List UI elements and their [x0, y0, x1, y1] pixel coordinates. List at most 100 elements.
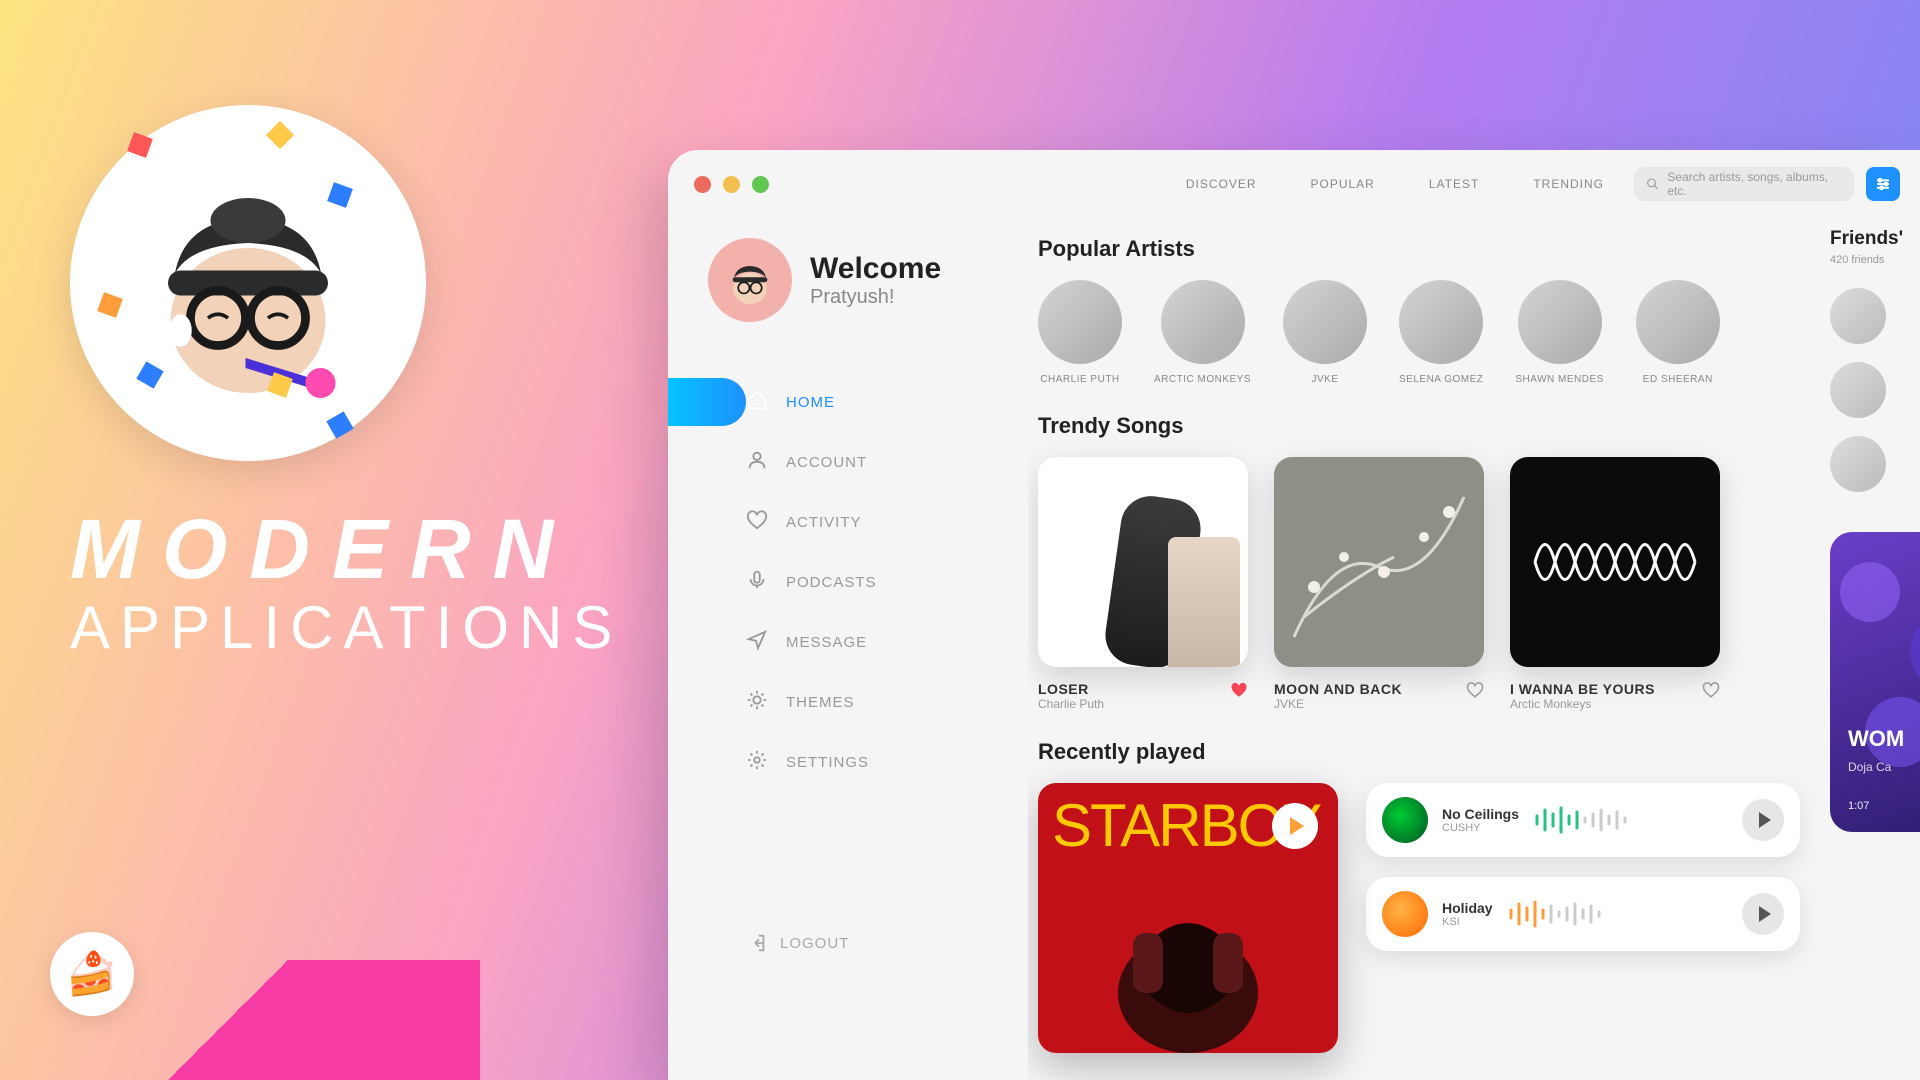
search-input[interactable]: Search artists, songs, albums, etc.: [1634, 167, 1854, 201]
confetti-piece: [326, 411, 353, 438]
search-placeholder: Search artists, songs, albums, etc.: [1667, 170, 1842, 198]
sidebar-item-message[interactable]: MESSAGE: [668, 612, 1028, 672]
welcome-label: Welcome: [810, 252, 941, 286]
song-title: LOSER: [1038, 681, 1104, 697]
now-playing-card[interactable]: WOM Doja Ca 1:07: [1830, 532, 1920, 832]
sidebar-item-label: ACCOUNT: [786, 454, 867, 471]
confetti-piece: [127, 132, 153, 158]
friends-list: [1830, 288, 1920, 492]
song-cover: [1274, 457, 1484, 667]
song-cover: [1038, 457, 1248, 667]
sidebar: Welcome Pratyush! HOME ACCOUNT ACTIVITY: [668, 218, 1028, 1080]
confetti-piece: [266, 121, 294, 149]
play-icon: [1759, 812, 1771, 828]
user-avatar[interactable]: [708, 238, 792, 322]
minimize-window-button[interactable]: [723, 176, 740, 193]
section-title-songs: Trendy Songs: [1038, 413, 1800, 439]
mic-icon: [746, 569, 768, 595]
nav-trending[interactable]: TRENDING: [1533, 177, 1604, 191]
sidebar-item-account[interactable]: ACCOUNT: [668, 432, 1028, 492]
artist-card[interactable]: ED SHEERAN: [1636, 280, 1720, 385]
section-title-artists: Popular Artists: [1038, 236, 1800, 262]
recent-item[interactable]: HolidayKSI: [1366, 877, 1800, 951]
top-nav: DISCOVER POPULAR LATEST TRENDING: [1186, 177, 1604, 191]
nav-discover[interactable]: DISCOVER: [1186, 177, 1257, 191]
promo-panel: MODERN APPLICATIONS: [70, 105, 590, 662]
artist-card[interactable]: JVKE: [1283, 280, 1367, 385]
heart-icon: [746, 509, 768, 535]
user-name: Pratyush!: [810, 286, 941, 309]
sidebar-item-label: HOME: [786, 394, 835, 411]
sidebar-item-label: PODCASTS: [786, 574, 877, 591]
nav-popular[interactable]: POPULAR: [1311, 177, 1375, 191]
search-icon: [1646, 177, 1659, 191]
user-card: Welcome Pratyush!: [668, 238, 1028, 352]
track-title: No Ceilings: [1442, 806, 1519, 822]
maximize-window-button[interactable]: [752, 176, 769, 193]
friend-avatar[interactable]: [1830, 288, 1886, 344]
promo-title: MODERN: [70, 501, 590, 598]
logout-icon: [746, 932, 768, 954]
window-controls: [694, 176, 769, 193]
send-icon: [746, 629, 768, 655]
track-cover: [1382, 891, 1428, 937]
play-button[interactable]: [1742, 799, 1784, 841]
song-cover: [1510, 457, 1720, 667]
memoji-small-icon: [722, 252, 778, 308]
logout-button[interactable]: LOGOUT: [668, 932, 1028, 954]
now-playing-time: 1:07: [1848, 800, 1869, 812]
friend-avatar[interactable]: [1830, 436, 1886, 492]
play-button[interactable]: [1272, 803, 1318, 849]
artist-card[interactable]: ARCTIC MONKEYS: [1154, 280, 1251, 385]
song-card[interactable]: I WANNA BE YOURSArctic Monkeys: [1510, 457, 1720, 711]
sidebar-item-settings[interactable]: SETTINGS: [668, 732, 1028, 792]
artist-avatar: [1636, 280, 1720, 364]
artists-row: CHARLIE PUTH ARCTIC MONKEYS JVKE SELENA …: [1038, 280, 1800, 385]
play-icon: [1759, 906, 1771, 922]
nebula-art-icon: [1830, 532, 1920, 832]
friends-count: 420 friends: [1830, 254, 1920, 266]
artist-name: SHAWN MENDES: [1515, 374, 1603, 385]
logout-label: LOGOUT: [780, 935, 849, 952]
artist-name: SELENA GOMEZ: [1399, 374, 1483, 385]
recent-item[interactable]: No CeilingsCUSHY: [1366, 783, 1800, 857]
sliders-icon: [1874, 175, 1892, 193]
song-artist: JVKE: [1274, 697, 1402, 711]
like-button[interactable]: [1702, 681, 1720, 699]
song-card[interactable]: LOSERCharlie Puth: [1038, 457, 1248, 711]
cake-badge: 🍰: [50, 932, 134, 1016]
nav-latest[interactable]: LATEST: [1429, 177, 1479, 191]
play-button[interactable]: [1742, 893, 1784, 935]
like-button[interactable]: [1230, 681, 1248, 699]
song-card[interactable]: MOON AND BACKJVKE: [1274, 457, 1484, 711]
artist-card[interactable]: SELENA GOMEZ: [1399, 280, 1483, 385]
artist-card[interactable]: SHAWN MENDES: [1515, 280, 1603, 385]
sidebar-item-themes[interactable]: THEMES: [668, 672, 1028, 732]
sidebar-item-label: THEMES: [786, 694, 855, 711]
home-icon: [746, 389, 768, 415]
sidebar-item-activity[interactable]: ACTIVITY: [668, 492, 1028, 552]
song-title: MOON AND BACK: [1274, 681, 1402, 697]
song-title: I WANNA BE YOURS: [1510, 681, 1655, 697]
sidebar-item-label: ACTIVITY: [786, 514, 862, 531]
sidebar-item-label: SETTINGS: [786, 754, 869, 771]
promo-avatar: [70, 105, 426, 461]
artist-avatar: [1038, 280, 1122, 364]
filter-button[interactable]: [1866, 167, 1900, 201]
friend-avatar[interactable]: [1830, 362, 1886, 418]
like-button[interactable]: [1466, 681, 1484, 699]
sidebar-item-podcasts[interactable]: PODCASTS: [668, 552, 1028, 612]
artist-name: ED SHEERAN: [1643, 374, 1713, 385]
settings-icon: [746, 749, 768, 775]
artist-avatar: [1518, 280, 1602, 364]
confetti-piece: [97, 292, 123, 318]
recent-hero-card[interactable]: STARBOY: [1038, 783, 1338, 1053]
song-artist: Charlie Puth: [1038, 697, 1104, 711]
track-artist: KSI: [1442, 916, 1493, 928]
recent-list: No CeilingsCUSHY HolidayKSI: [1366, 783, 1800, 951]
close-window-button[interactable]: [694, 176, 711, 193]
artist-card[interactable]: CHARLIE PUTH: [1038, 280, 1122, 385]
sidebar-item-home[interactable]: HOME: [668, 372, 1028, 432]
artist-name: ARCTIC MONKEYS: [1154, 374, 1251, 385]
now-playing-title: WOM: [1848, 726, 1904, 752]
